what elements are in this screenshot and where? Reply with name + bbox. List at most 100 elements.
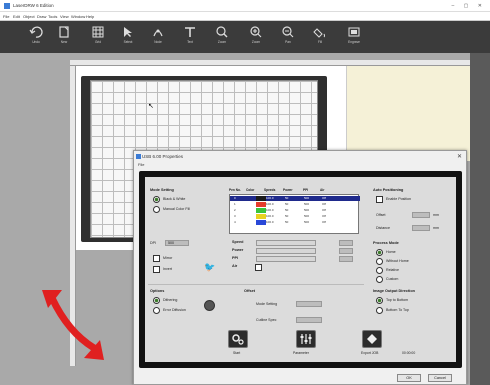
pan-icon: [282, 26, 294, 38]
layer-cell-power: 50: [285, 202, 289, 206]
layer-row[interactable]: 3 100.0 50 500 Off: [230, 214, 360, 219]
layer-table[interactable]: 0 100.0 50 500 Off 1 100.0 50 500 Off 2 100.0 50 500 O…: [229, 194, 360, 234]
error-diffusion-radio[interactable]: [153, 307, 160, 314]
dithering-label: Dithering: [163, 298, 178, 302]
menu-view[interactable]: View: [60, 14, 69, 19]
toolbar-zoom-in-button[interactable]: Zoom: [242, 24, 270, 50]
export-job-button[interactable]: [362, 330, 382, 348]
right-side-panel: [470, 53, 490, 385]
speed-slider[interactable]: [256, 240, 316, 246]
select-arrow-icon: [124, 27, 132, 37]
dialog-menu-file[interactable]: File: [138, 162, 144, 167]
toolbar-engrave-button[interactable]: Engrave: [340, 24, 368, 50]
auto-positioning-title: Auto Positioning: [373, 188, 404, 192]
layer-row[interactable]: 1 100.0 50 500 Off: [230, 202, 360, 207]
dpi-select[interactable]: 500: [165, 240, 189, 246]
export-icon: [367, 334, 377, 344]
custom-radio[interactable]: [376, 276, 383, 283]
toolbar-node-button[interactable]: Node: [144, 24, 172, 50]
power-slider[interactable]: [256, 248, 316, 254]
layer-cell-air: Off: [322, 208, 326, 212]
layer-cell-pen: 0: [234, 196, 236, 200]
ok-button[interactable]: OK: [397, 374, 421, 382]
layer-cell-air: Off: [322, 214, 326, 218]
layer-header-ppi: PPI: [303, 188, 309, 192]
engrave-icon: [348, 27, 360, 37]
layer-cell-ppi: 500: [304, 202, 310, 206]
start-label: Start: [233, 351, 241, 355]
offset-unit: mm: [433, 213, 439, 217]
parameter-button[interactable]: [296, 330, 316, 348]
text-icon: [185, 27, 195, 37]
bird-preview-icon: 🐦: [204, 262, 216, 272]
distance-label: Distance: [376, 226, 390, 230]
toolbar-grid-button[interactable]: Grid: [84, 24, 112, 50]
speed-value-field[interactable]: [339, 240, 353, 246]
dpi-label: DPI: [150, 241, 156, 245]
toolbar-fill-button[interactable]: Fill: [306, 24, 334, 50]
parameter-label: Parameter: [293, 351, 309, 355]
layer-cell-speed: 100.0: [266, 208, 274, 212]
enable-position-label: Enable Position: [386, 197, 411, 201]
toolbar-new-button[interactable]: New: [50, 24, 78, 50]
mode-black-white-radio[interactable]: [153, 196, 160, 203]
layer-color-swatch: [256, 220, 266, 225]
layer-header-speed: Speeds: [264, 188, 276, 192]
cancel-button[interactable]: Cancel: [428, 374, 452, 382]
menu-draw[interactable]: Draw: [37, 14, 46, 19]
menu-edit[interactable]: Edit: [13, 14, 20, 19]
ppi-value-field[interactable]: [339, 256, 353, 262]
bottom-to-top-radio[interactable]: [376, 307, 383, 314]
menu-window[interactable]: Window: [71, 14, 85, 19]
layer-header-power: Power: [283, 188, 293, 192]
layer-row[interactable]: 4 100.0 50 500 Off: [230, 220, 360, 225]
distance-field[interactable]: [412, 225, 430, 231]
air-checkbox[interactable]: [255, 264, 262, 271]
dithering-radio[interactable]: [153, 297, 160, 304]
home-radio[interactable]: [376, 249, 383, 256]
layer-row[interactable]: 2 100.0 50 500 Off: [230, 208, 360, 213]
start-button[interactable]: [228, 330, 248, 348]
offset-mode-field[interactable]: [296, 301, 322, 307]
layer-cell-speed: 100.0: [266, 220, 274, 224]
window-controls[interactable]: – ▢ ✕: [452, 3, 486, 9]
layer-header-pen: Pen No.: [229, 188, 241, 192]
zoom-icon: [216, 26, 228, 38]
dialog-close-icon[interactable]: ✕: [457, 153, 462, 160]
toolbar-pan-button[interactable]: Pan: [274, 24, 302, 50]
cutline-spec-field[interactable]: [296, 317, 322, 323]
image-output-title: Image Output Direction: [373, 289, 415, 293]
relative-radio[interactable]: [376, 267, 383, 274]
toolbar-text-button[interactable]: Text: [176, 24, 204, 50]
toolbar-zoom-button[interactable]: Zoom: [208, 24, 236, 50]
layer-row[interactable]: 0 100.0 50 500 Off: [230, 196, 360, 201]
layer-cell-pen: 3: [234, 214, 236, 218]
toolbar-undo-button[interactable]: Undo: [22, 24, 50, 50]
menu-help[interactable]: Help: [86, 14, 94, 19]
top-to-bottom-radio[interactable]: [376, 297, 383, 304]
without-home-label: Without Home: [386, 259, 409, 263]
power-label: Power: [232, 248, 244, 252]
sliders-icon: [300, 334, 312, 344]
mode-color-fill-radio[interactable]: [153, 206, 160, 213]
toolbar-select-button[interactable]: Select: [114, 24, 142, 50]
power-value-field[interactable]: [339, 248, 353, 254]
invert-checkbox[interactable]: [153, 266, 160, 273]
without-home-radio[interactable]: [376, 258, 383, 265]
offset-mode-label: Mode Setting: [256, 302, 278, 306]
mirror-checkbox[interactable]: [153, 255, 160, 262]
ppi-slider[interactable]: [256, 256, 316, 262]
app-title: LaserDRW 6 Edition: [13, 3, 54, 8]
layer-cell-speed: 100.0: [266, 214, 274, 218]
enable-position-checkbox[interactable]: [376, 196, 383, 203]
dither-settings-icon[interactable]: [204, 300, 215, 311]
layer-cell-power: 50: [285, 220, 289, 224]
layer-cell-pen: 2: [234, 208, 236, 212]
offset-field[interactable]: [412, 212, 430, 218]
menu-file[interactable]: File: [3, 14, 9, 19]
menu-object[interactable]: Object: [23, 14, 35, 19]
section-divider: [148, 284, 364, 285]
mode-setting-title: Mode Setting: [150, 188, 174, 192]
invert-label: Invert: [163, 267, 172, 271]
menu-tools[interactable]: Tools: [48, 14, 57, 19]
